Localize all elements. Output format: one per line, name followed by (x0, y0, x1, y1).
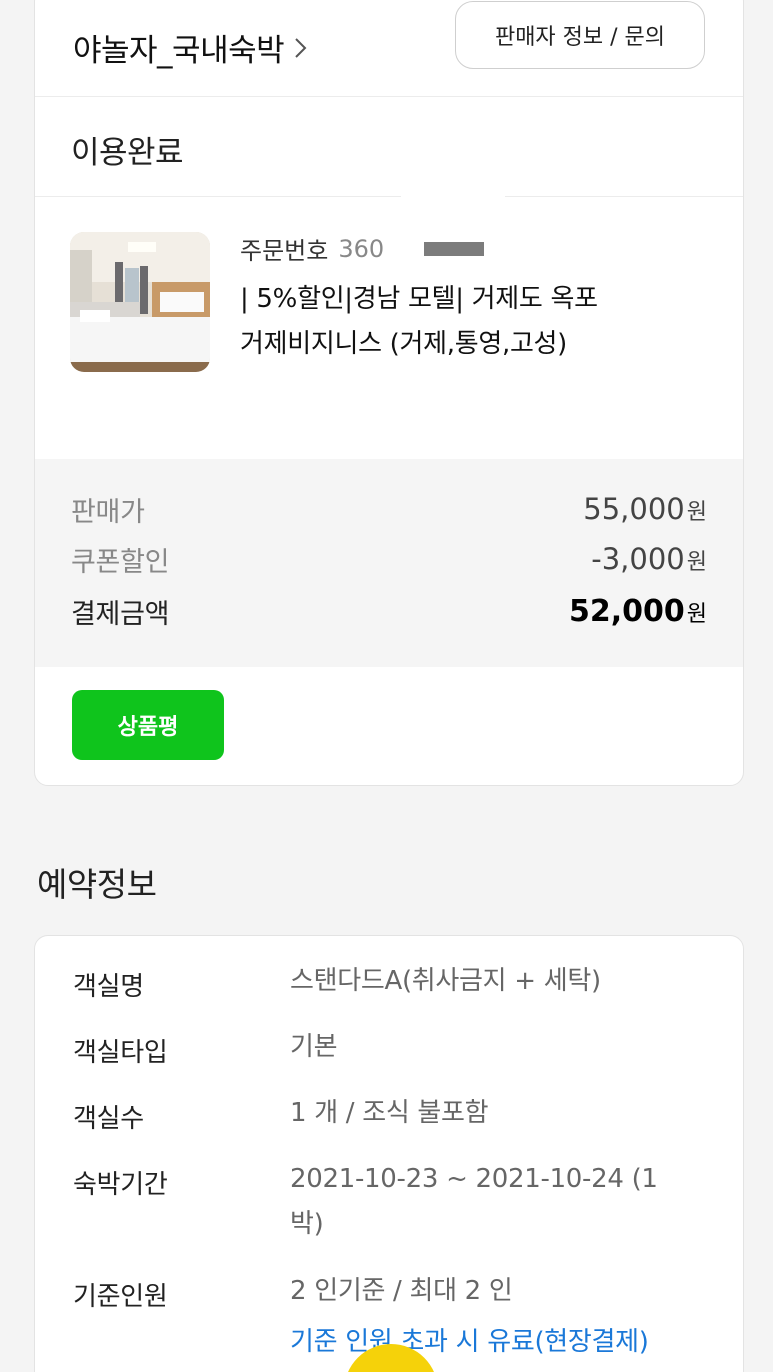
order-number-label: 주문번호 (240, 237, 329, 265)
order-number-value: 360 (338, 234, 385, 263)
hotel-room-image (70, 232, 210, 372)
reservation-section-title: 예약정보 (37, 865, 157, 904)
reservation-info-card: 객실명 스탠다드A(취사금지 + 세탁) 객실타입 기본 객실수 1 개 / 조… (34, 935, 744, 1372)
info-key: 객실명 (73, 972, 144, 1002)
product-title[interactable]: | 5%할인|경남 모텔| 거제도 옥포 거제비지니스 (거제,통영,고성) (240, 277, 620, 367)
price-label: 쿠폰할인 (71, 546, 170, 578)
info-value: 기본 (290, 1032, 338, 1062)
chevron-right-icon (295, 37, 307, 58)
price-row-coupon: 쿠폰할인 -3,000원 (71, 539, 707, 579)
info-key: 객실타입 (73, 1038, 168, 1068)
seller-info-button[interactable]: 판매자 정보 / 문의 (455, 1, 705, 69)
amount: 52,000 (568, 593, 685, 629)
price-value: 52,000원 (569, 594, 707, 629)
info-value: 2 인기준 / 최대 2 인 (290, 1276, 513, 1306)
info-key: 객실수 (73, 1104, 144, 1134)
review-button[interactable]: 상품평 (72, 690, 224, 760)
amount: 55,000 (583, 492, 685, 526)
price-row-total: 결제금액 52,000원 (71, 591, 707, 631)
currency-unit: 원 (686, 500, 707, 525)
currency-unit: 원 (686, 601, 707, 627)
seller-header: 야놀자_국내숙박 판매자 정보 / 문의 (35, 1, 743, 97)
price-value: 55,000원 (583, 492, 707, 526)
seller-name: 야놀자_국내숙박 (73, 33, 285, 69)
price-summary: 판매가 55,000원 쿠폰할인 -3,000원 결제금액 52,000원 (35, 459, 743, 667)
redaction-bar (424, 241, 485, 256)
seller-link[interactable]: 야놀자_국내숙박 (73, 25, 307, 70)
price-row-sale: 판매가 55,000원 (71, 489, 707, 529)
status-row: 이용완료 (35, 97, 743, 201)
info-value: 1 개 / 조식 불포함 (290, 1098, 489, 1128)
info-key: 기준인원 (73, 1282, 168, 1312)
price-value: -3,000원 (591, 542, 707, 576)
amount: -3,000 (591, 542, 685, 576)
order-number: 주문번호 360 (240, 231, 485, 266)
product-thumbnail[interactable] (70, 232, 210, 372)
order-card: 야놀자_국내숙박 판매자 정보 / 문의 이용완료 주문번호 360 | 5%할… (34, 0, 744, 786)
order-detail-page: 야놀자_국내숙박 판매자 정보 / 문의 이용완료 주문번호 360 | 5%할… (0, 0, 773, 1372)
info-key: 숙박기간 (73, 1170, 168, 1200)
price-label: 판매가 (71, 496, 145, 528)
extra-guest-fee-note: 기준 인원 초과 시 유료(현장결제) (290, 1327, 649, 1357)
info-value: 2021-10-23 ~ 2021-10-24 (1박) (290, 1164, 658, 1239)
price-label: 결제금액 (71, 598, 170, 630)
product-item[interactable]: 주문번호 360 | 5%할인|경남 모텔| 거제도 옥포 거제비지니스 (거제… (35, 197, 743, 459)
order-status: 이용완료 (71, 135, 184, 171)
info-value: 스탠다드A(취사금지 + 세탁) (290, 966, 601, 996)
currency-unit: 원 (686, 550, 707, 575)
